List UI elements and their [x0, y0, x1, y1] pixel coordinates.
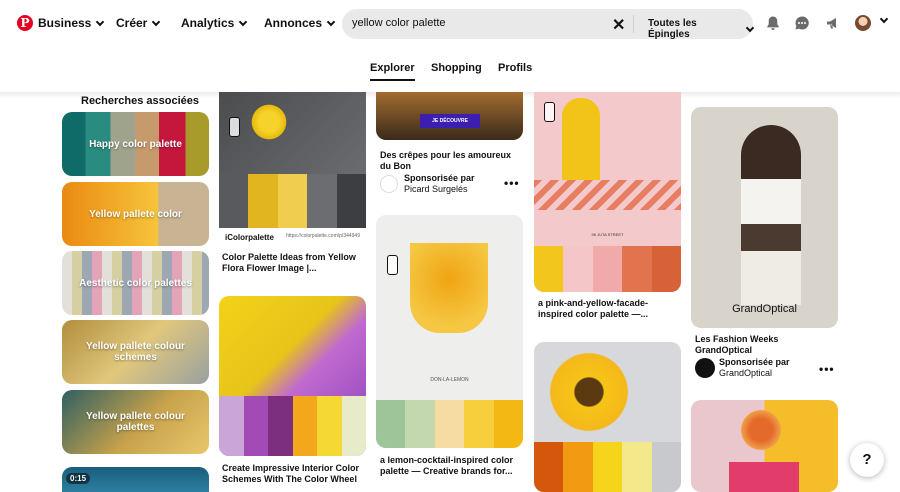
megaphone-icon[interactable] [825, 15, 841, 31]
advertiser-avatar[interactable] [695, 358, 715, 378]
lens-icon[interactable] [229, 117, 240, 137]
nav-business-label: Business [38, 16, 92, 30]
pin-card[interactable]: JE DÉCOUVRE [376, 92, 523, 140]
advertiser-name: GrandOptical [719, 368, 773, 378]
pin-card[interactable] [219, 296, 366, 456]
grandoptical-logo: GrandOptical [732, 303, 797, 315]
help-button[interactable]: ? [850, 443, 884, 477]
pin-card[interactable]: iColorpalette https://colorpalette.com/p… [219, 92, 366, 247]
cocktail-image [410, 243, 488, 333]
clear-search-icon[interactable]: ✕ [612, 15, 625, 35]
nav-analytics-label: Analytics [181, 16, 235, 30]
related-item-label: Yellow pallete colour schemes [86, 341, 185, 363]
source-url: https://colorpalette.com/p/344949 [286, 233, 360, 239]
sponsored-label: Sponsorisée par [719, 357, 790, 367]
tab-explorer[interactable]: Explorer [370, 62, 415, 81]
chevron-down-icon[interactable] [879, 14, 889, 24]
nav-annonces-label: Annonces [264, 16, 323, 30]
advertiser-name: Picard Surgelés [404, 184, 468, 194]
tab-profils[interactable]: Profils [498, 62, 532, 74]
facade-image [534, 180, 681, 210]
nav-creer-label: Créer [116, 16, 148, 30]
brand-label: iColorpalette [225, 233, 274, 242]
related-video[interactable]: 0:15 [62, 467, 209, 492]
pin-title[interactable]: Color Palette Ideas from Yellow Flora Fl… [222, 252, 362, 274]
advertiser-avatar[interactable] [380, 175, 398, 193]
search-tabs: Explorer Shopping Profils [0, 62, 900, 84]
sponsored-info[interactable]: Sponsorisée par GrandOptical [719, 357, 790, 379]
search-bar[interactable]: yellow color palette ✕ Toutes les Épingl… [342, 9, 755, 40]
pin-image-caption: 96 JUTA STREET [591, 232, 624, 237]
pin-card[interactable]: GrandOptical [691, 107, 838, 328]
top-bar: P Business Créer Analytics Annonces yell… [0, 0, 900, 48]
flower-image [249, 102, 289, 142]
pin-card[interactable]: 96 JUTA STREET [534, 92, 681, 292]
sponsored-info[interactable]: Sponsorisée par Picard Surgelés [404, 173, 475, 195]
cta-button[interactable]: JE DÉCOUVRE [420, 114, 480, 128]
sunflower-image [544, 347, 634, 437]
search-scope-dropdown[interactable]: Toutes les Épingles [648, 18, 755, 40]
more-options-icon[interactable]: ••• [819, 362, 835, 376]
color-swatches [534, 442, 681, 492]
related-item-label: Aesthetic color palettes [79, 277, 192, 289]
pin-title[interactable]: Create Impressive Interior Color Schemes… [222, 463, 362, 485]
nav-business[interactable]: Business [38, 16, 105, 30]
avatar[interactable] [855, 15, 871, 31]
chevron-down-icon [152, 17, 161, 26]
model-image [741, 125, 801, 305]
search-input[interactable]: yellow color palette [352, 17, 446, 29]
pin-card[interactable] [534, 342, 681, 492]
chevron-down-icon [745, 23, 755, 32]
search-divider [633, 15, 634, 33]
nav-annonces[interactable]: Annonces [264, 16, 336, 30]
chevron-down-icon [239, 17, 248, 26]
pin-card[interactable]: DON-LA-LEMON [376, 215, 523, 448]
video-duration: 0:15 [66, 473, 91, 484]
related-searches-title: Recherches associées [81, 95, 200, 107]
chevron-down-icon [326, 17, 336, 26]
pin-title[interactable]: a lemon-cocktail-inspired color palette … [380, 455, 520, 477]
related-item-label: Happy color palette [89, 138, 182, 150]
related-item[interactable]: Yellow pallete color [62, 182, 209, 246]
lens-icon[interactable] [544, 102, 555, 122]
pin-image [219, 92, 366, 174]
related-item-label: Yellow pallete colour palettes [86, 411, 185, 433]
search-scope-label: Toutes les Épingles [648, 18, 697, 40]
nav-creer[interactable]: Créer [116, 16, 161, 30]
tab-shopping[interactable]: Shopping [431, 62, 482, 74]
chat-icon[interactable] [794, 15, 810, 31]
pin-card[interactable] [691, 400, 838, 492]
related-item[interactable]: Yellow pallete colour schemes [62, 320, 209, 384]
pin-image-caption: DON-LA-LEMON [430, 377, 469, 383]
pin-title[interactable]: Les Fashion Weeks GrandOptical [695, 334, 835, 356]
pink-table-image [729, 462, 799, 492]
pinterest-logo[interactable]: P [17, 15, 33, 31]
related-item-label: Yellow pallete color [89, 208, 182, 220]
more-options-icon[interactable]: ••• [504, 176, 520, 190]
chevron-down-icon [96, 17, 105, 26]
pin-title[interactable]: a pink-and-yellow-facade-inspired color … [538, 298, 678, 320]
lens-icon[interactable] [387, 255, 398, 275]
bell-icon[interactable] [765, 15, 781, 31]
flower-image [741, 410, 781, 450]
color-swatches [219, 396, 366, 456]
pin-title[interactable]: Des crêpes pour les amoureux du Bon [380, 150, 520, 172]
related-item[interactable]: Aesthetic color palettes [62, 251, 209, 315]
color-swatches [534, 246, 681, 292]
color-swatches [219, 174, 366, 228]
related-item[interactable]: Yellow pallete colour palettes [62, 390, 209, 454]
sponsored-label: Sponsorisée par [404, 173, 475, 183]
nav-analytics[interactable]: Analytics [181, 16, 248, 30]
yellow-door-image [562, 98, 600, 182]
color-swatches [376, 400, 523, 448]
pin-footer: iColorpalette https://colorpalette.com/p… [219, 228, 366, 247]
related-item[interactable]: Happy color palette [62, 112, 209, 176]
